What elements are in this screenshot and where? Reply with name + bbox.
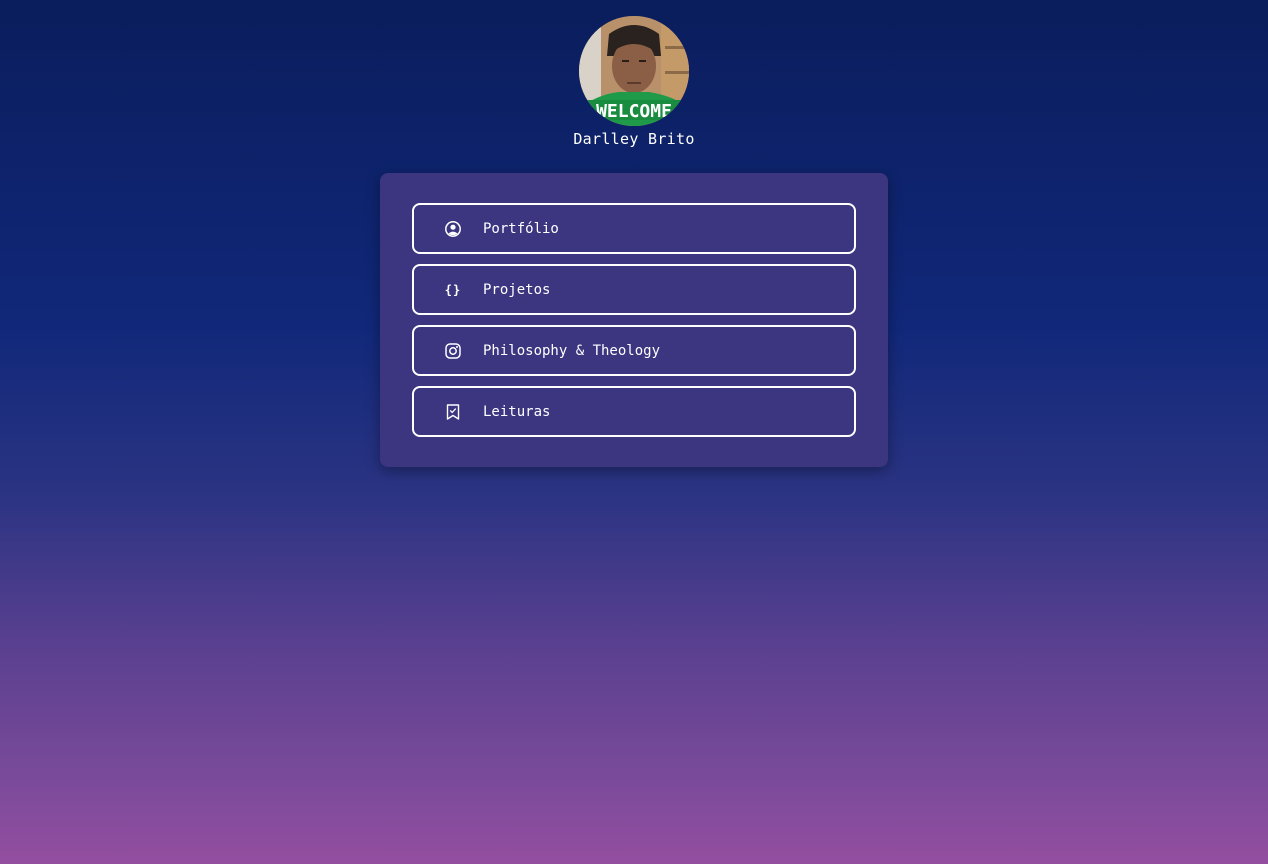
link-label: Leituras xyxy=(483,403,551,420)
avatar: WELCOME xyxy=(579,16,689,126)
link-philosophy-theology[interactable]: Philosophy & Theology xyxy=(412,325,856,376)
profile-name: Darlley Brito xyxy=(573,130,695,148)
link-label: Philosophy & Theology xyxy=(483,342,661,359)
link-leituras[interactable]: Leituras xyxy=(412,386,856,437)
user-circle-icon xyxy=(444,220,462,238)
link-label: Projetos xyxy=(483,281,551,298)
instagram-icon xyxy=(444,342,462,360)
link-label: Portfólio xyxy=(483,220,559,237)
bookmark-check-icon xyxy=(444,403,462,421)
links-card: Portfólio {} Projetos Philosophy & Theol… xyxy=(380,173,888,467)
link-projetos[interactable]: {} Projetos xyxy=(412,264,856,315)
code-braces-icon: {} xyxy=(444,282,462,297)
link-portfolio[interactable]: Portfólio xyxy=(412,203,856,254)
profile-header: WELCOME Darlley Brito xyxy=(0,16,1268,148)
avatar-shirt-text: WELCOME xyxy=(596,101,672,122)
